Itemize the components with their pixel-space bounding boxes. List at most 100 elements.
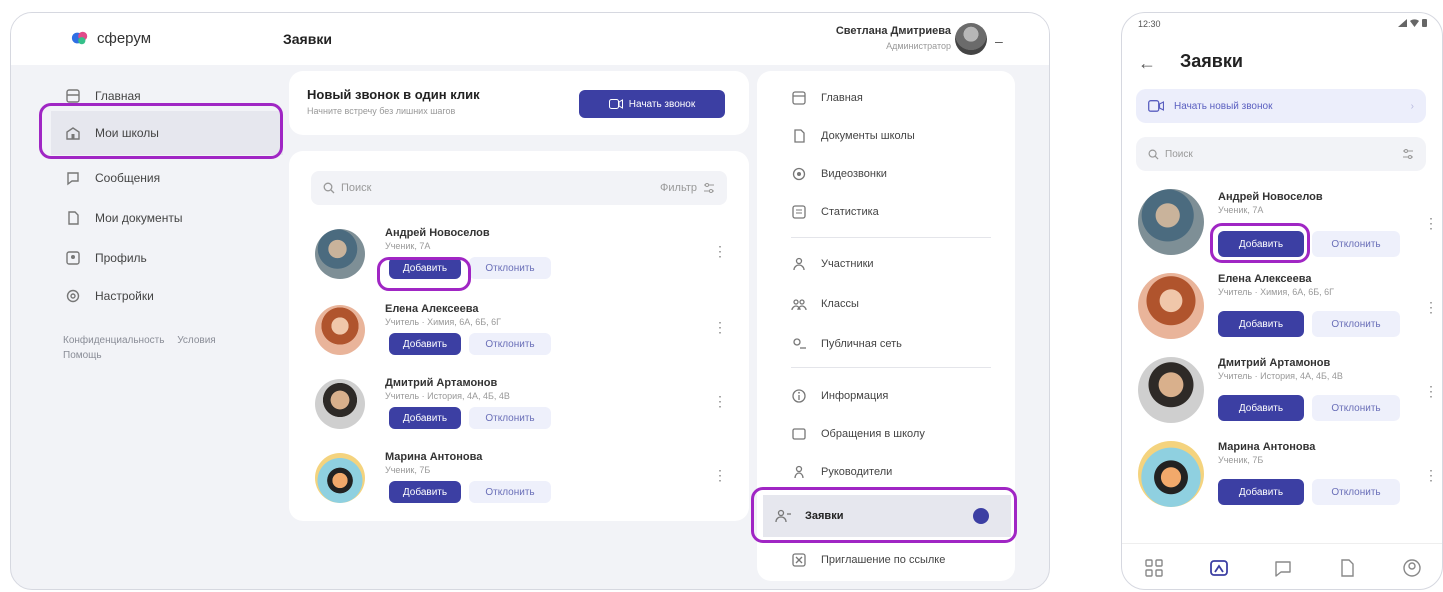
reject-request-button[interactable]: Отклонить	[469, 481, 551, 503]
reject-request-button[interactable]: Отклонить	[1312, 231, 1400, 257]
more-options-icon[interactable]: ⋮	[1424, 467, 1438, 484]
sidebar-item-label: Мои школы	[95, 126, 159, 140]
reject-request-button[interactable]: Отклонить	[469, 257, 551, 279]
network-icon	[793, 338, 806, 349]
add-request-button[interactable]: Добавить	[389, 407, 461, 429]
bottom-tab-bar	[1122, 543, 1442, 589]
legal-link-privacy[interactable]: Конфиденциальность	[63, 335, 164, 346]
add-request-button[interactable]: Добавить	[1218, 231, 1304, 257]
start-new-call-button[interactable]: Начать новый звонок ›	[1136, 89, 1426, 123]
requests-badge	[973, 508, 989, 524]
add-request-button[interactable]: Добавить	[1218, 395, 1304, 421]
back-arrow-icon[interactable]: ←	[1138, 53, 1156, 74]
menu-item-info[interactable]: Информация	[779, 377, 1029, 415]
more-options-icon[interactable]: ⋮	[713, 243, 727, 260]
tab-profile-icon[interactable]	[1402, 558, 1422, 578]
battery-icon	[1422, 19, 1427, 27]
filter-button[interactable]: Фильтр	[660, 182, 715, 194]
reject-request-button[interactable]: Отклонить	[1312, 479, 1400, 505]
logo[interactable]: сферум	[71, 29, 151, 47]
sidebar-item-messages[interactable]: Сообщения	[51, 159, 283, 197]
menu-item-invite-link[interactable]: Приглашение по ссылке	[779, 541, 1029, 579]
request-subtitle: Ученик, 7А	[1218, 205, 1264, 215]
reject-request-button[interactable]: Отклонить	[1312, 395, 1400, 421]
filter-icon[interactable]	[1402, 148, 1414, 160]
legal-link-terms[interactable]: Условия	[177, 335, 216, 346]
menu-item-home[interactable]: Главная	[779, 79, 1029, 117]
menu-item-classes[interactable]: Классы	[779, 285, 1029, 323]
sidebar-item-documents[interactable]: Мои документы	[51, 199, 283, 237]
request-subtitle: Учитель · История, 4А, 4Б, 4В	[1218, 371, 1343, 381]
table-row: Андрей Новоселов Ученик, 7А Добавить Отк…	[289, 221, 749, 293]
stats-icon	[792, 205, 806, 219]
list-item: Марина Антонова Ученик, 7Б Добавить Откл…	[1122, 435, 1442, 519]
tab-schools-icon[interactable]	[1209, 558, 1229, 578]
menu-item-school-docs[interactable]: Документы школы	[779, 117, 1029, 155]
legal-link-help[interactable]: Помощь	[63, 350, 102, 361]
user-name[interactable]: Светлана Дмитриева	[781, 25, 951, 37]
reject-request-button[interactable]: Отклонить	[469, 333, 551, 355]
request-name: Елена Алексеева	[1218, 273, 1312, 285]
add-request-button[interactable]: Добавить	[389, 481, 461, 503]
menu-item-label: Документы школы	[821, 130, 915, 142]
menu-item-video-calls[interactable]: Видеозвонки	[779, 155, 1029, 193]
mail-icon	[792, 428, 806, 440]
sidebar-item-settings[interactable]: Настройки	[51, 277, 283, 315]
more-options-icon[interactable]: ⋮	[1424, 299, 1438, 316]
settings-icon	[66, 289, 80, 303]
user-avatar[interactable]	[955, 23, 987, 55]
more-options-icon[interactable]: ⋮	[713, 393, 727, 410]
user-menu-chevron-icon[interactable]: –	[995, 33, 1003, 49]
people-icon	[793, 257, 805, 271]
add-request-button[interactable]: Добавить	[1218, 479, 1304, 505]
tab-documents-icon[interactable]	[1337, 558, 1357, 578]
menu-item-requests[interactable]: Заявки	[763, 495, 1011, 537]
avatar	[315, 229, 365, 279]
request-subtitle: Учитель · Химия, 6А, 6Б, 6Г	[385, 317, 502, 327]
menu-item-leaders[interactable]: Руководители	[779, 453, 1029, 491]
more-options-icon[interactable]: ⋮	[713, 467, 727, 484]
menu-item-label: Заявки	[805, 510, 844, 522]
menu-item-appeals[interactable]: Обращения в школу	[779, 415, 1029, 453]
requests-icon	[775, 509, 791, 523]
request-subtitle: Учитель · Химия, 6А, 6Б, 6Г	[1218, 287, 1335, 297]
school-icon	[66, 127, 80, 140]
sidebar-item-my-schools[interactable]: Мои школы	[51, 111, 283, 155]
avatar	[315, 453, 365, 503]
sidebar-item-label: Главная	[95, 89, 141, 103]
reject-request-button[interactable]: Отклонить	[1312, 311, 1400, 337]
video-camera-icon	[608, 99, 623, 109]
add-request-button[interactable]: Добавить	[1218, 311, 1304, 337]
menu-item-public-network[interactable]: Публичная сеть	[779, 325, 1029, 363]
sidebar-item-home[interactable]: Главная	[51, 77, 283, 115]
tab-messages-icon[interactable]	[1273, 558, 1293, 578]
search-input[interactable]: Поиск Фильтр	[311, 171, 727, 205]
menu-item-participants[interactable]: Участники	[779, 245, 1029, 283]
more-options-icon[interactable]: ⋮	[1424, 383, 1438, 400]
sidebar-item-profile[interactable]: Профиль	[51, 239, 283, 277]
video-icon	[792, 167, 806, 181]
add-request-button[interactable]: Добавить	[389, 333, 461, 355]
more-options-icon[interactable]: ⋮	[713, 319, 727, 336]
sidebar-item-label: Сообщения	[95, 171, 161, 185]
tab-services-icon[interactable]	[1144, 558, 1164, 578]
avatar	[1138, 273, 1204, 339]
phone-search-input[interactable]: Поиск	[1136, 137, 1426, 171]
reject-request-button[interactable]: Отклонить	[469, 407, 551, 429]
menu-divider	[791, 367, 991, 368]
wifi-icon	[1410, 19, 1419, 27]
request-subtitle: Ученик, 7Б	[385, 465, 431, 475]
desktop-window: сферум Заявки Светлана Дмитриева Админис…	[10, 12, 1050, 590]
more-options-icon[interactable]: ⋮	[1424, 215, 1438, 232]
phone-search-placeholder: Поиск	[1165, 148, 1193, 160]
phone-page-title: Заявки	[1180, 51, 1243, 71]
add-request-button[interactable]: Добавить	[389, 257, 461, 279]
menu-item-label: Информация	[821, 390, 889, 402]
list-item: Елена Алексеева Учитель · Химия, 6А, 6Б,…	[1122, 267, 1442, 351]
search-icon	[1148, 149, 1159, 160]
start-call-button[interactable]: Начать звонок	[579, 90, 725, 118]
info-icon	[792, 389, 806, 403]
chevron-right-icon: ›	[1410, 100, 1414, 112]
menu-item-label: Главная	[821, 92, 863, 104]
menu-item-stats[interactable]: Статистика	[779, 193, 1029, 231]
